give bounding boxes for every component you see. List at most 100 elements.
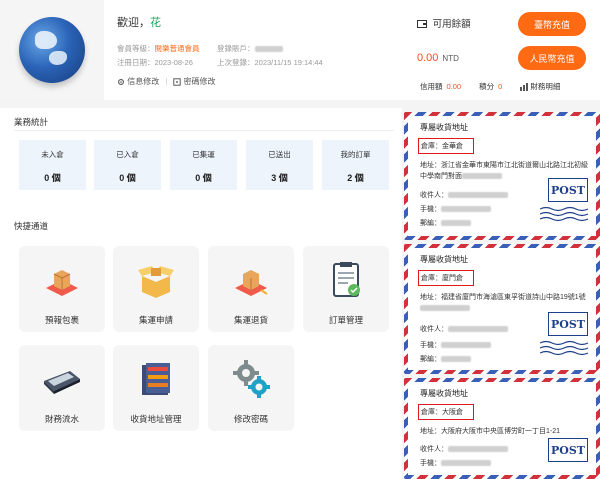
tile-label: 訂單管理 [328,315,363,325]
stat-card-count: 0 個 [119,173,136,183]
finance-detail-label: 財務明細 [530,82,561,91]
login-account-label: 登錄賬戶： [217,44,255,53]
redacted [441,206,491,213]
stat-card-label: 未入倉 [41,150,64,159]
address-card-title: 專屬收貨地址 [420,123,468,132]
recipient-label: 收件人： [420,326,448,333]
address-card-inner: 專屬收貨地址 倉庫：大阪倉 地址：大阪府大阪市中央區博労町一丁目1-21 收件人… [408,382,596,475]
separator: | [165,77,168,86]
postmark-waves-icon [540,340,589,356]
postmark-waves-icon [540,206,589,222]
recipient-row: 收件人： [420,190,508,200]
zip-label: 郵編： [420,220,441,227]
stat-card-count: 3 個 [271,173,288,183]
gear-icon [118,78,124,85]
address-card-osaka: 專屬收貨地址 倉庫：大阪倉 地址：大阪府大阪市中央區博労町一丁目1-21 收件人… [404,378,600,479]
balance-title: 可用餘額 [417,16,471,30]
redacted [441,460,491,467]
stat-card-shipped[interactable]: 已送出 3 個 [246,140,313,190]
address-card-inner: 專屬收貨地址 倉庫：金華倉 地址：浙江省金華市東陽市江北街道爾山北路江北初級 中… [408,116,596,236]
phone-label: 手機： [420,460,441,467]
points-label: 積分 [479,82,495,91]
stat-card-my-orders[interactable]: 我的訂單 2 個 [322,140,389,190]
tile-forecast-package[interactable]: 預報包裹 [19,246,105,332]
globe-icon [19,17,85,83]
phone-row: 手機： [420,458,491,468]
calculator-icon [44,371,80,394]
tile-label: 修改密碼 [233,414,268,424]
balance-title-text: 可用餘額 [432,19,471,30]
balance-amount: 0.00 NTD [417,52,459,64]
login-account-row: 登錄賬戶： [217,43,283,54]
redacted [448,446,508,453]
recipient-label: 收件人： [420,192,448,199]
post-stamp-icon: POST [548,178,588,202]
phone-row: 手機： [420,340,491,350]
stat-card-count: 0 個 [195,173,212,183]
redacted [420,305,470,312]
address-card-xiamen: 專屬收貨地址 倉庫：廈門倉 地址：福建省廈門市海滄區東孚街道詩山中路19號1號 … [404,244,600,374]
return-goods-icon [235,270,268,296]
tile-consolidation-apply[interactable]: 集運申請 [113,246,199,332]
shortcuts-title: 快捷通道 [14,221,49,231]
stat-card-consolidated[interactable]: 已集運 0 個 [170,140,237,190]
address-line-2: 中學南門對面 [420,173,462,180]
redacted [441,356,471,363]
credit-value: 0.00 [446,82,462,91]
redacted [462,173,502,180]
zip-label: 郵編： [420,356,441,363]
register-date-row: 注冊日期：2023-08-26 [117,57,193,68]
rmb-recharge-button[interactable]: 人民幣充值 [518,46,586,70]
balance-unit: NTD [442,54,459,63]
user-name: 花 [150,17,161,29]
tile-address-management[interactable]: 收貨地址管理 [113,345,199,431]
zip-row: 郵編： [420,218,471,228]
member-level-row: 會員等級：閱樂普通會員 [117,43,200,54]
credit-stat: 信用額 0.00 [420,81,461,92]
edit-info-link[interactable]: 信息修改 [117,76,159,87]
recipient-row: 收件人： [420,444,508,454]
register-date-value: 2023-08-26 [154,58,193,67]
warehouse-label: 倉庫：大阪倉 [418,404,474,420]
redacted [441,342,491,349]
redacted [448,326,508,333]
zip-row: 郵編： [420,354,471,364]
tile-order-management[interactable]: 訂單管理 [303,246,389,332]
last-login-row: 上次登錄：2023/11/15 19:14:44 [217,57,323,68]
business-stats-title: 業務統計 [14,117,49,127]
stat-card-warehoused[interactable]: 已入倉 0 個 [94,140,161,190]
edit-info-label: 信息修改 [127,77,160,86]
avatar[interactable] [0,0,104,100]
member-level-label: 會員等級： [117,44,155,53]
order-clipboard-icon [333,262,360,297]
warehouse-label: 倉庫：廈門倉 [418,270,474,286]
last-login-value: 2023/11/15 19:14:44 [254,58,323,67]
welcome-text: 歡迎，花 [117,14,161,30]
tile-change-password[interactable]: 修改密碼 [208,345,294,431]
phone-row: 手機： [420,204,491,214]
stat-card-not-warehoused[interactable]: 未入倉 0 個 [19,140,86,190]
profile-header: 歡迎，花 會員等級：閱樂普通會員 登錄賬戶： 注冊日期：2023-08-26 上… [0,0,600,100]
account-stats: 信用額 0.00 積分 0 財務明細 [420,81,560,92]
change-password-link[interactable]: 密碼修改 [173,76,216,87]
twd-recharge-button[interactable]: 臺幣充值 [518,12,586,36]
stat-card-label: 已入倉 [116,150,139,159]
tile-label: 集運申請 [138,315,173,325]
member-level-value: 閱樂普通會員 [154,44,200,53]
finance-detail-link[interactable]: 財務明細 [520,81,560,92]
recipient-row: 收件人： [420,324,508,334]
last-login-label: 上次登錄： [217,58,255,67]
tile-label: 集運退貨 [233,315,268,325]
login-account-redacted [254,46,283,53]
stat-card-label: 已送出 [268,150,291,159]
tile-consolidation-return[interactable]: 集運退貨 [208,246,294,332]
profile-actions: 信息修改 | 密碼修改 [117,76,216,87]
address-text[interactable]: 地址：福建省廈門市海滄區東孚街道詩山中路19號1號 [420,292,594,314]
package-forecast-icon [46,270,78,296]
tile-financial-flow[interactable]: 財務流水 [19,345,105,431]
welcome-prefix: 歡迎， [117,17,150,29]
address-line-1: 地址：大阪府大阪市中央區博労町一丁目1-21 [420,428,561,435]
address-line-1: 地址：福建省廈門市海滄區東孚街道詩山中路19號1號 [420,294,586,301]
address-text[interactable]: 地址：大阪府大阪市中央區博労町一丁目1-21 [420,426,594,436]
register-date-label: 注冊日期： [117,58,155,67]
